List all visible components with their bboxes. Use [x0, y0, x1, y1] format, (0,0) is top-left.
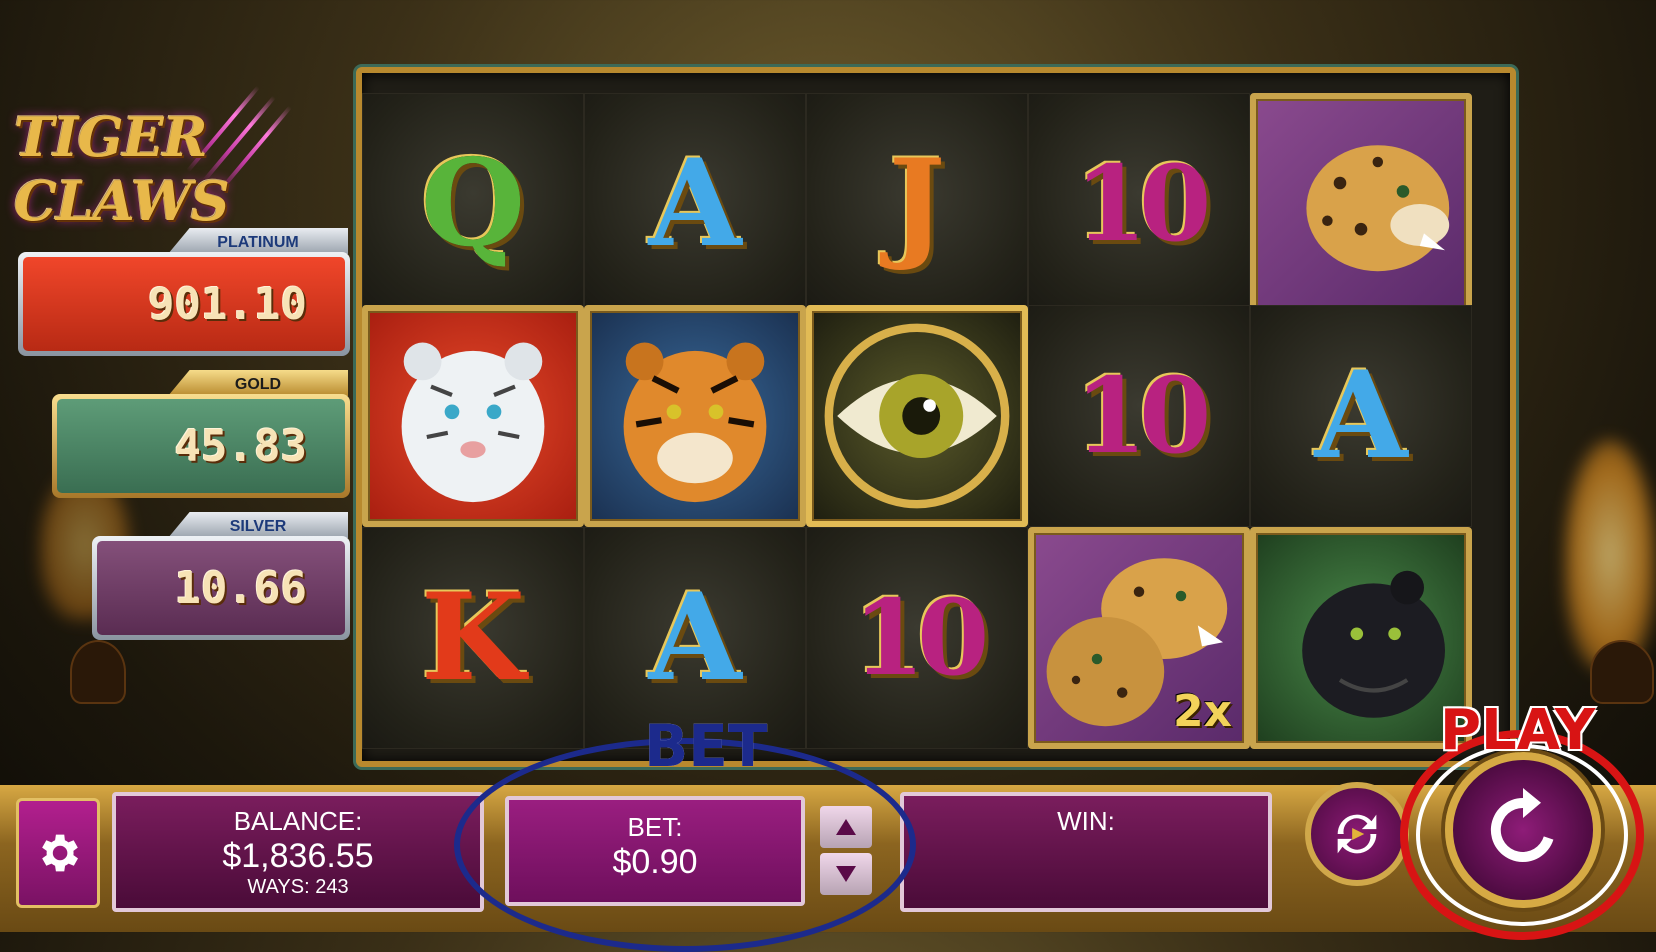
jackpot-platinum-value: 901.10: [23, 257, 345, 351]
jackpot-gold-label: GOLD: [168, 370, 348, 396]
symbol-10: 10: [806, 527, 1028, 749]
win-label: WIN:: [1057, 806, 1115, 836]
left-torch: [70, 640, 126, 704]
balance-panel: BALANCE: $1,836.55 WAYS: 243: [112, 792, 484, 912]
tiger-eye-scatter-symbol: [806, 305, 1028, 527]
jackpot-platinum-label: PLATINUM: [168, 228, 348, 254]
autoplay-button[interactable]: [1305, 782, 1409, 886]
play-annotation: PLAY: [1440, 698, 1596, 763]
jackpot-silver-label: SILVER: [168, 512, 348, 538]
gear-icon: [42, 834, 78, 872]
leopards-wild-symbol: 2x: [1028, 527, 1250, 749]
jackpot-gold-value: 45.83: [57, 399, 345, 493]
symbol-10: 10: [1028, 305, 1250, 527]
reel-grid: Q A J 10 10 A K A 10 2x: [356, 67, 1516, 767]
bet-annotation: BET: [644, 712, 768, 780]
leopard-symbol: [1250, 93, 1472, 315]
right-torch-glow: [1565, 440, 1655, 670]
balance-value: $1,836.55: [222, 837, 374, 875]
right-torch: [1590, 640, 1654, 704]
settings-button[interactable]: [16, 798, 100, 908]
symbol-k: K: [362, 527, 584, 749]
ways-label: WAYS: 243: [247, 876, 349, 898]
black-panther-symbol: [1250, 527, 1472, 749]
balance-label: BALANCE:: [233, 806, 363, 836]
multiplier-badge: 2x: [1173, 686, 1232, 737]
logo-text: TIGER CLAWS: [14, 105, 230, 233]
game-logo: TIGER CLAWS: [8, 85, 353, 233]
symbol-j: J: [806, 93, 1028, 315]
autoplay-icon: [1337, 814, 1377, 854]
win-panel: WIN:: [900, 792, 1272, 912]
jackpot-silver-value: 10.66: [97, 541, 345, 635]
play-highlight-ring-inner: [1416, 744, 1628, 926]
symbol-10: 10: [1028, 93, 1250, 315]
white-tiger-symbol: [362, 305, 584, 527]
tiger-symbol: [584, 305, 806, 527]
symbol-a: A: [584, 93, 806, 315]
symbol-q: Q: [362, 93, 584, 315]
symbol-a: A: [1250, 305, 1472, 527]
